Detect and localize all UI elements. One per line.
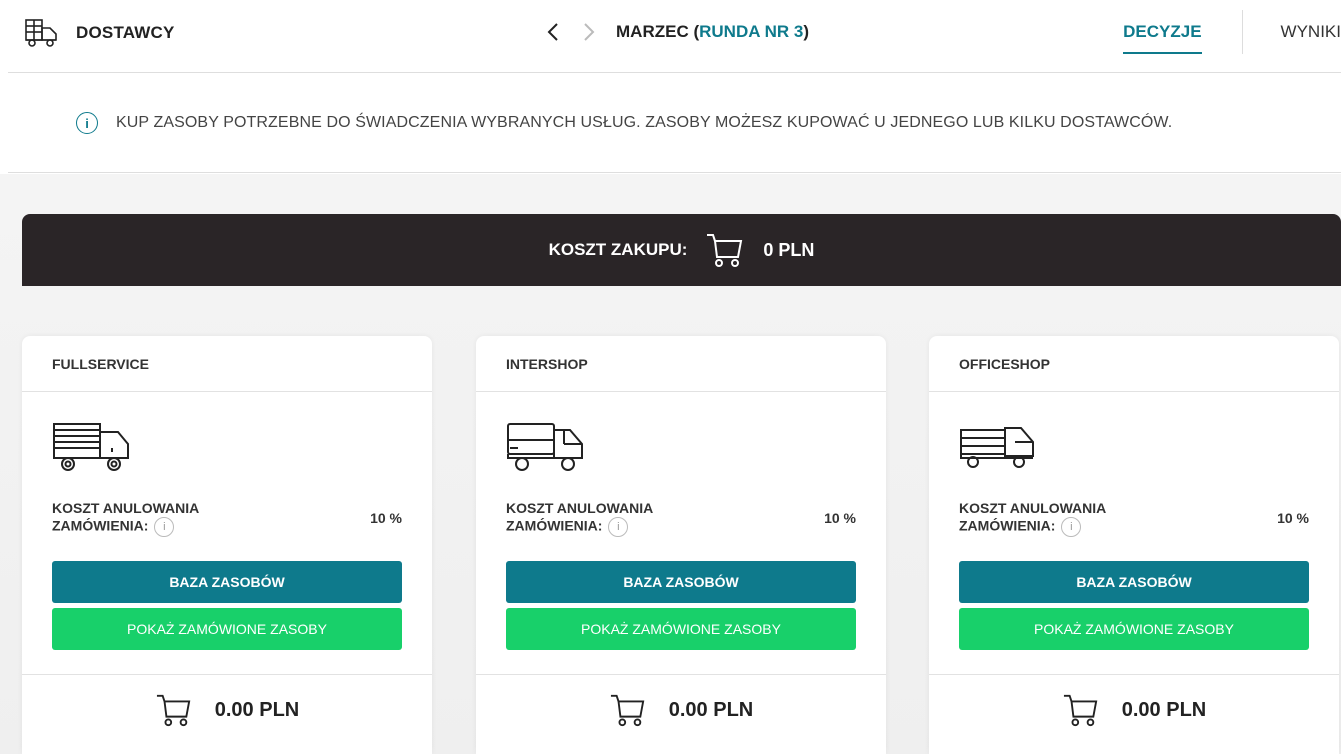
supplier-card-fullservice: FULLSERVICE KOSZT ANULOWANIA ZAMÓWIENIA:…: [22, 336, 432, 754]
cancellation-cost-text: KOSZT ANULOWANIA ZAMÓWIENIA:: [506, 500, 653, 534]
tab-label: DECYZJE: [1123, 22, 1202, 41]
info-divider: [8, 172, 1341, 173]
top-bar: DOSTAWCY MARZEC (RUNDA NR 3) DECYZJE WYN…: [0, 0, 1341, 64]
info-icon[interactable]: i: [154, 517, 175, 537]
cancellation-cost-label: KOSZT ANULOWANIA ZAMÓWIENIA: i: [506, 500, 706, 537]
truck-icon: [960, 427, 1034, 468]
purchase-cost-bar: KOSZT ZAKUPU: 0 PLN: [22, 214, 1341, 286]
info-icon[interactable]: i: [608, 517, 629, 537]
supplier-total-amount: 0.00 PLN: [1121, 698, 1207, 721]
show-ordered-resources-button[interactable]: POKAŻ ZAMÓWIONE ZASOBY: [959, 608, 1309, 650]
supplier-name: OFFICESHOP: [959, 356, 1051, 372]
card-divider: [929, 391, 1339, 392]
cancellation-cost-label: KOSZT ANULOWANIA ZAMÓWIENIA: i: [52, 500, 252, 537]
supplier-truck-icon: [25, 19, 57, 47]
resource-base-button[interactable]: BAZA ZASOBÓW: [959, 561, 1309, 603]
card-divider: [22, 674, 432, 675]
chevron-left-icon: [547, 23, 558, 41]
card-divider: [22, 391, 432, 392]
next-round-button[interactable]: [576, 18, 602, 46]
supplier-card-intershop: INTERSHOP KOSZT ANULOWANIA ZAMÓWIENIA: i…: [476, 336, 886, 754]
supplier-total-amount: 0.00 PLN: [668, 698, 754, 721]
tab-label: WYNIKI: [1280, 22, 1341, 41]
info-icon[interactable]: i: [1061, 517, 1082, 537]
cancellation-cost-value: 10 %: [1277, 510, 1309, 526]
cart-icon: [707, 234, 743, 267]
page-title: DOSTAWCY: [76, 23, 175, 42]
resource-base-button[interactable]: BAZA ZASOBÓW: [52, 561, 402, 603]
resource-base-button[interactable]: BAZA ZASOBÓW: [506, 561, 856, 603]
month-name: MARZEC (: [616, 22, 700, 41]
truck-icon: [53, 423, 129, 471]
brand: DOSTAWCY: [24, 18, 175, 48]
cancellation-cost-value: 10 %: [824, 510, 856, 526]
cancellation-cost-text: KOSZT ANULOWANIA ZAMÓWIENIA:: [959, 500, 1106, 534]
purchase-cost-value: 0 PLN: [763, 239, 815, 260]
cart-icon: [156, 694, 191, 727]
show-ordered-resources-button[interactable]: POKAŻ ZAMÓWIONE ZASOBY: [52, 608, 402, 650]
tab-decyzje[interactable]: DECYZJE: [1083, 0, 1241, 64]
info-banner: i KUP ZASOBY POTRZEBNE DO ŚWIADCZENIA WY…: [76, 112, 1172, 134]
supplier-name: FULLSERVICE: [52, 356, 149, 372]
info-icon: i: [76, 112, 98, 134]
tabs: DECYZJE WYNIKI: [1083, 0, 1341, 64]
info-text: KUP ZASOBY POTRZEBNE DO ŚWIADCZENIA WYBR…: [116, 114, 1173, 131]
cart-icon: [610, 694, 645, 727]
month-close: ): [803, 22, 809, 41]
card-divider: [929, 674, 1339, 675]
cancellation-cost-text: KOSZT ANULOWANIA ZAMÓWIENIA:: [52, 500, 199, 534]
supplier-total: 0.00 PLN: [22, 692, 432, 728]
tab-wyniki[interactable]: WYNIKI: [1241, 10, 1341, 54]
round-label: MARZEC (RUNDA NR 3): [616, 22, 809, 42]
round-number: RUNDA NR 3: [699, 22, 804, 41]
supplier-card-officeshop: OFFICESHOP KOSZT ANULOWANIA ZAMÓWIENIA: …: [929, 336, 1339, 754]
round-navigation: MARZEC (RUNDA NR 3): [540, 18, 809, 46]
card-divider: [476, 391, 886, 392]
card-divider: [476, 674, 886, 675]
active-tab-underline: [1123, 52, 1202, 54]
cancellation-cost-label: KOSZT ANULOWANIA ZAMÓWIENIA: i: [959, 500, 1159, 537]
supplier-name: INTERSHOP: [506, 356, 588, 372]
show-ordered-resources-button[interactable]: POKAŻ ZAMÓWIONE ZASOBY: [506, 608, 856, 650]
previous-round-button[interactable]: [540, 18, 566, 46]
chevron-right-icon: [584, 23, 595, 41]
truck-icon: [507, 423, 583, 471]
supplier-total-amount: 0.00 PLN: [214, 698, 300, 721]
purchase-cost-label: KOSZT ZAKUPU:: [548, 240, 688, 259]
supplier-total: 0.00 PLN: [929, 692, 1339, 728]
cancellation-cost-value: 10 %: [370, 510, 402, 526]
header-divider: [8, 72, 1341, 73]
cart-icon: [1063, 694, 1098, 727]
supplier-total: 0.00 PLN: [476, 692, 886, 728]
